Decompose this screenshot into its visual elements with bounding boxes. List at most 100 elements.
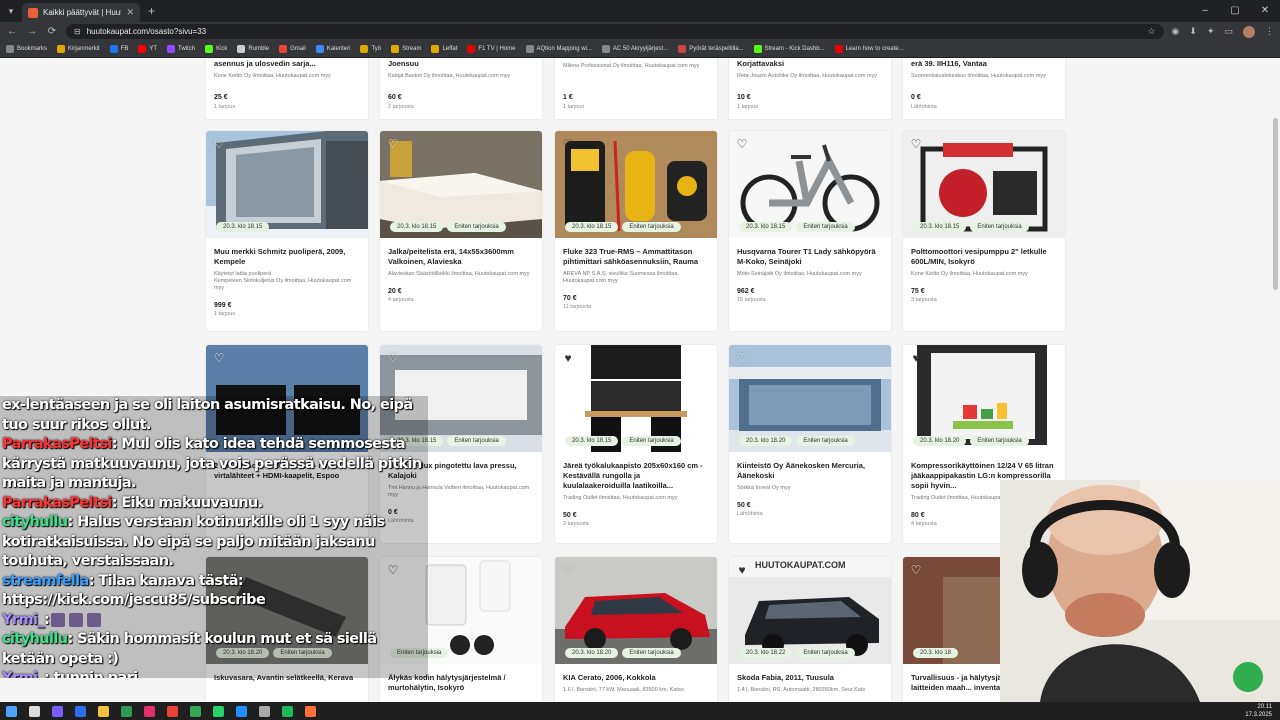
- listing-title[interactable]: Muu merkki Schmitz puoliperä, 2009, Kemp…: [214, 247, 360, 267]
- bookmark-item[interactable]: Työ: [360, 45, 381, 53]
- tab-search-icon[interactable]: ▾: [0, 0, 22, 22]
- listing-image-multimeter[interactable]: ♡ 20.3. klo 18.15 Eniten tarjouksia: [555, 131, 717, 238]
- bookmark-item[interactable]: Leffat: [431, 45, 457, 53]
- whatsapp-icon[interactable]: [213, 705, 224, 717]
- bookmark-item[interactable]: YT: [138, 45, 157, 53]
- taskbar-app-icon[interactable]: [121, 705, 132, 717]
- favorite-heart-icon[interactable]: ♡: [212, 137, 226, 151]
- bookmark-star-icon[interactable]: ☆: [1147, 26, 1155, 37]
- listing-card[interactable]: ♡ 20.3. klo 18.15 Eniten tarjouksia Fluk…: [555, 131, 717, 331]
- listing-title[interactable]: Fluke 323 True-RMS – Ammattitason pihtim…: [563, 247, 709, 267]
- bookmark-item[interactable]: Learn how to create...: [834, 45, 904, 53]
- listing-image-waterpump[interactable]: ♡ 20.3. klo 18.15 Eniten tarjouksia: [903, 131, 1065, 238]
- listing-card[interactable]: Joensuu Katajä Basket Oy ilmoittaa, Huuto…: [380, 58, 542, 119]
- listing-title[interactable]: Jalka/peitelista erä, 14x55x3600mm Valko…: [388, 247, 534, 267]
- taskbar-app-icon[interactable]: [144, 705, 155, 717]
- listing-card[interactable]: ♡ 20.3. klo 18.15 Eniten tarjouksia Husq…: [729, 131, 891, 331]
- favorite-heart-icon[interactable]: ♥: [909, 351, 923, 365]
- firefox-icon[interactable]: [305, 705, 316, 717]
- taskbar-app-icon[interactable]: [52, 705, 63, 717]
- listing-image-tool-cabinet[interactable]: ♥ 20.3. klo 18.15 Eniten tarjouksia: [555, 345, 717, 452]
- bookmark-item[interactable]: AQtion Mapping wi...: [525, 45, 592, 53]
- download-icon[interactable]: ⬇: [1189, 26, 1197, 37]
- taskbar-app-icon[interactable]: [75, 705, 86, 717]
- listing-image-building[interactable]: ♡ 20.3. klo 18.20 Eniten tarjouksia: [729, 345, 891, 452]
- profile-avatar[interactable]: [1243, 25, 1255, 38]
- bookmark-item[interactable]: Rumble: [237, 45, 269, 53]
- favorite-heart-icon[interactable]: ♡: [561, 563, 575, 577]
- listing-title[interactable]: Skoda Fabia, 2011, Tuusula: [737, 673, 883, 683]
- menu-dots-icon[interactable]: ⋮: [1265, 26, 1274, 37]
- favorite-heart-icon[interactable]: ♡: [386, 137, 400, 151]
- bookmark-item[interactable]: Twitch: [167, 45, 195, 53]
- page-scrollbar[interactable]: [1273, 118, 1278, 290]
- site-info-icon[interactable]: ⊟: [74, 27, 81, 36]
- favorite-heart-icon[interactable]: ♡: [386, 351, 400, 365]
- chrome-icon[interactable]: [190, 705, 201, 717]
- listing-card[interactable]: Milena Professional Oy ilmoittaa, Huutok…: [555, 58, 717, 119]
- puzzle-icon[interactable]: ✦: [1207, 26, 1215, 37]
- listing-title[interactable]: Korjattavaksi: [737, 59, 883, 68]
- taskbar-app-icon[interactable]: [259, 705, 270, 717]
- site-chat-button[interactable]: [1233, 662, 1263, 692]
- listing-title[interactable]: Polttomoottori vesipumppu 2" letkulle 60…: [911, 247, 1057, 267]
- bookmark-item[interactable]: Kick: [205, 45, 227, 53]
- listing-card[interactable]: ♡ 20.3. klo 18.15 Muu merkki Schmitz puo…: [206, 131, 368, 331]
- bookmark-item[interactable]: AC 50 Akryyljärjest...: [601, 45, 668, 53]
- reload-icon[interactable]: ⟳: [46, 26, 58, 37]
- close-window-icon[interactable]: ✕: [1250, 0, 1280, 22]
- bookmark-item[interactable]: Pyörät teräspeltilla...: [678, 45, 744, 53]
- listing-card[interactable]: ♥ 20.3. klo 18.15 Eniten tarjouksia Järe…: [555, 345, 717, 543]
- new-tab-icon[interactable]: +: [148, 4, 155, 18]
- extension-icon[interactable]: ◉: [1172, 26, 1180, 37]
- bookmark-item[interactable]: Kalenteri: [315, 45, 350, 53]
- listing-title[interactable]: Kiinteistö Oy Äänekosken Mercuria, Äänek…: [737, 461, 883, 481]
- forward-icon[interactable]: →: [26, 26, 38, 37]
- spotify-icon[interactable]: [282, 705, 293, 717]
- listing-card[interactable]: HUUTOKAUPAT.COM ♥ 20.3. klo 18.22 Eniten…: [729, 557, 891, 702]
- bookmark-item[interactable]: Stream: [391, 45, 421, 53]
- bookmark-item[interactable]: Stream - Kick Dashb...: [753, 45, 825, 53]
- taskbar-app-icon[interactable]: [167, 705, 178, 717]
- favorite-heart-icon[interactable]: ♥: [561, 351, 575, 365]
- taskbar-app-icon[interactable]: [29, 705, 40, 717]
- favorite-heart-icon[interactable]: ♡: [909, 563, 923, 577]
- favorite-heart-icon[interactable]: ♡: [212, 351, 226, 365]
- listing-card[interactable]: Korjattavaksi Reta-Joupin Autoliike Oy il…: [729, 58, 891, 119]
- start-icon[interactable]: [6, 705, 17, 717]
- listing-image-kia[interactable]: ♡ 20.3. klo 18.20 Eniten tarjouksia: [555, 557, 717, 664]
- listing-title[interactable]: erä 39. IIH116, Vantaa: [911, 59, 1057, 68]
- listing-card[interactable]: ♡ 20.3. klo 18.15 Eniten tarjouksia Polt…: [903, 131, 1065, 331]
- listing-card[interactable]: asennus ja ulosvedin sarja... Kone Keitto…: [206, 58, 368, 119]
- listing-card[interactable]: erä 39. IIH116, Vantaa Suomenkaluste­kesk…: [903, 58, 1065, 119]
- listing-title[interactable]: asennus ja ulosvedin sarja...: [214, 59, 360, 68]
- listing-image-trailer[interactable]: ♡ 20.3. klo 18.15: [206, 131, 368, 238]
- bookmark-item[interactable]: Bookmarks: [6, 45, 47, 53]
- bookmark-item[interactable]: Gmail: [279, 45, 306, 53]
- listing-card[interactable]: ♡ 20.3. klo 18.20 Eniten tarjouksia KIA …: [555, 557, 717, 702]
- address-bar[interactable]: ⊟ huutokaupat.com/osasto?sivu=33 ☆: [66, 24, 1164, 39]
- maximize-icon[interactable]: ▢: [1220, 0, 1250, 22]
- bookmark-item[interactable]: F1 TV | Home: [467, 45, 516, 53]
- listing-image-skoda[interactable]: HUUTOKAUPAT.COM ♥ 20.3. klo 18.22 Eniten…: [729, 557, 891, 664]
- listing-image-lumber[interactable]: ♡ 20.3. klo 18.15 Eniten tarjouksia: [380, 131, 542, 238]
- bookmark-item[interactable]: FB: [109, 45, 128, 53]
- close-tab-icon[interactable]: ✕: [126, 7, 134, 18]
- sidepanel-icon[interactable]: ▭: [1224, 26, 1233, 37]
- listing-image-fridge[interactable]: ♥ 20.3. klo 18.20 Eniten tarjouksia: [903, 345, 1065, 452]
- listing-card[interactable]: ♡ 20.3. klo 18.15 Eniten tarjouksia Jalk…: [380, 131, 542, 331]
- bookmark-item[interactable]: Kirjanmerkit: [57, 45, 100, 53]
- favorite-heart-icon[interactable]: ♡: [735, 137, 749, 151]
- minimize-icon[interactable]: –: [1190, 0, 1220, 22]
- listing-title[interactable]: Husqvarna Tourer T1 Lady sähköpyörä M-Ko…: [737, 247, 883, 267]
- favorite-heart-icon[interactable]: ♡: [561, 137, 575, 151]
- back-icon[interactable]: ←: [6, 26, 18, 37]
- favorite-heart-icon[interactable]: ♡: [735, 351, 749, 365]
- favorite-heart-icon[interactable]: ♥: [735, 563, 749, 577]
- listing-title[interactable]: Järeä työkalukaapisto 205x60x160 cm - Ke…: [563, 461, 709, 491]
- file-explorer-icon[interactable]: [98, 705, 109, 717]
- listing-title[interactable]: KIA Cerato, 2006, Kokkola: [563, 673, 709, 683]
- taskbar-app-icon[interactable]: [236, 705, 247, 717]
- favorite-heart-icon[interactable]: ♡: [909, 137, 923, 151]
- browser-tab-active[interactable]: Kaikki päättyvät | Huutokaupat... ✕: [22, 3, 140, 22]
